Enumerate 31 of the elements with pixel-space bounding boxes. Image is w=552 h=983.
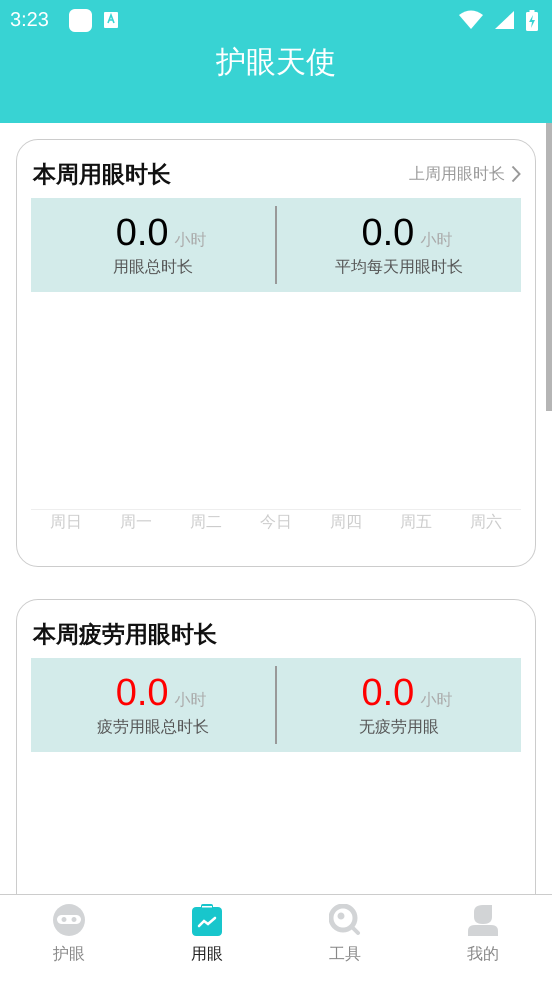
wifi-icon [459,10,483,30]
stat-value: 0.0 [361,212,414,255]
nav-tab[interactable]: 用眼 [138,895,276,983]
status-time: 3:23 [10,8,49,32]
goggles-icon [53,904,85,936]
keyboard-icon [104,12,118,28]
chevron-icon [511,165,521,183]
nav-tab[interactable]: 工具 [276,895,414,983]
stat-label: 疲劳用眼总时长 [97,717,210,738]
nav-tab[interactable]: 护眼 [0,895,138,983]
card-title: 本周疲劳用眼时长 [33,620,217,650]
stat-unit: 小时 [420,690,452,711]
last-week-link[interactable]: 上周用眼时长 [409,164,521,184]
stat-value: 0.0 [116,672,169,715]
stat-value: 0.0 [361,672,414,715]
battery-icon [526,10,538,30]
stat-unit: 小时 [174,230,207,251]
notification-icon [68,8,92,32]
stat-label: 无疲劳用眼 [358,717,439,738]
stat-value: 0.0 [116,212,169,255]
chart-clipboard-icon [191,904,223,936]
card-title: 本周用眼时长 [33,160,171,190]
nav-tab[interactable]: 我的 [414,895,552,983]
stat-unit: 小时 [420,230,452,251]
app-title: 护眼天使 [215,44,337,82]
search-icon [329,904,361,936]
stat-label: 用眼总时长 [113,257,194,278]
stat-unit: 小时 [174,690,207,711]
stat-label: 平均每天用眼时长 [334,257,463,278]
signal-icon [495,11,514,29]
person-icon [467,904,499,936]
